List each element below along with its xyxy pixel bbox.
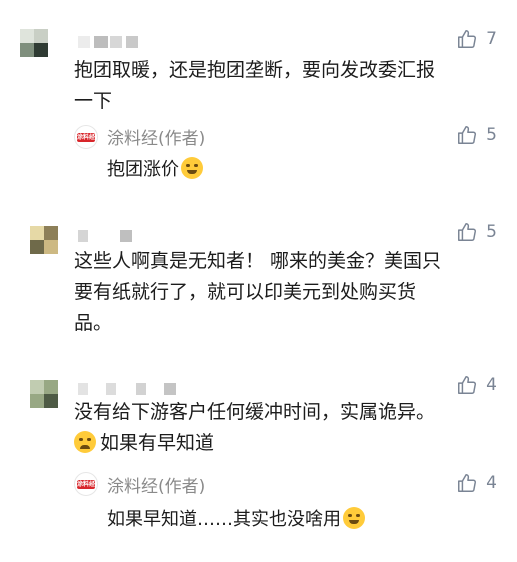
author-avatar[interactable]: 涂料经 <box>74 125 98 149</box>
like-count: 5 <box>486 222 497 242</box>
like-button[interactable]: 5 <box>456 220 497 244</box>
like-count: 4 <box>486 375 497 395</box>
like-button[interactable]: 4 <box>456 373 497 397</box>
avatar[interactable] <box>30 380 58 408</box>
brand-logo: 涂料经 <box>77 479 96 489</box>
like-button[interactable]: 5 <box>456 123 497 147</box>
author-avatar[interactable]: 涂料经 <box>74 472 98 496</box>
reply-text: 抱团涨价 <box>107 155 203 181</box>
thumbs-up-icon <box>458 474 477 492</box>
thumbs-up-icon <box>458 30 477 48</box>
like-button[interactable]: 7 <box>456 27 497 51</box>
tears-of-joy-emoji <box>343 507 365 529</box>
like-count: 5 <box>486 125 497 145</box>
hugging-face-emoji <box>181 157 203 179</box>
brand-logo: 涂料经 <box>77 132 96 142</box>
like-count: 4 <box>486 473 497 493</box>
reply-text: 如果早知道……其实也没啥用 <box>107 505 365 531</box>
crying-face-emoji <box>74 431 96 453</box>
thumbs-up-icon <box>458 376 477 394</box>
avatar[interactable] <box>30 226 58 254</box>
comment-text: 抱团取暖，还是抱团垄断，要向发改委汇报 一下 <box>74 59 436 112</box>
comment-text: 这些人啊真是无知者！ 哪来的美金？美国只 要有纸就行了，就可以印美元到处购买货 … <box>74 250 442 334</box>
reply-author: 涂料经(作者) <box>107 477 206 497</box>
username-blurred <box>78 36 158 48</box>
like-button[interactable]: 4 <box>456 471 497 495</box>
thumbs-up-icon <box>458 126 477 144</box>
avatar[interactable] <box>20 29 48 57</box>
username-blurred <box>78 383 178 395</box>
like-count: 7 <box>486 29 497 49</box>
username-blurred <box>78 230 138 242</box>
reply-author: 涂料经(作者) <box>107 129 206 149</box>
comment-text: 没有给下游客户任何缓冲时间，实属诡异。 如果有早知道 <box>74 401 436 454</box>
thumbs-up-icon <box>458 223 477 241</box>
